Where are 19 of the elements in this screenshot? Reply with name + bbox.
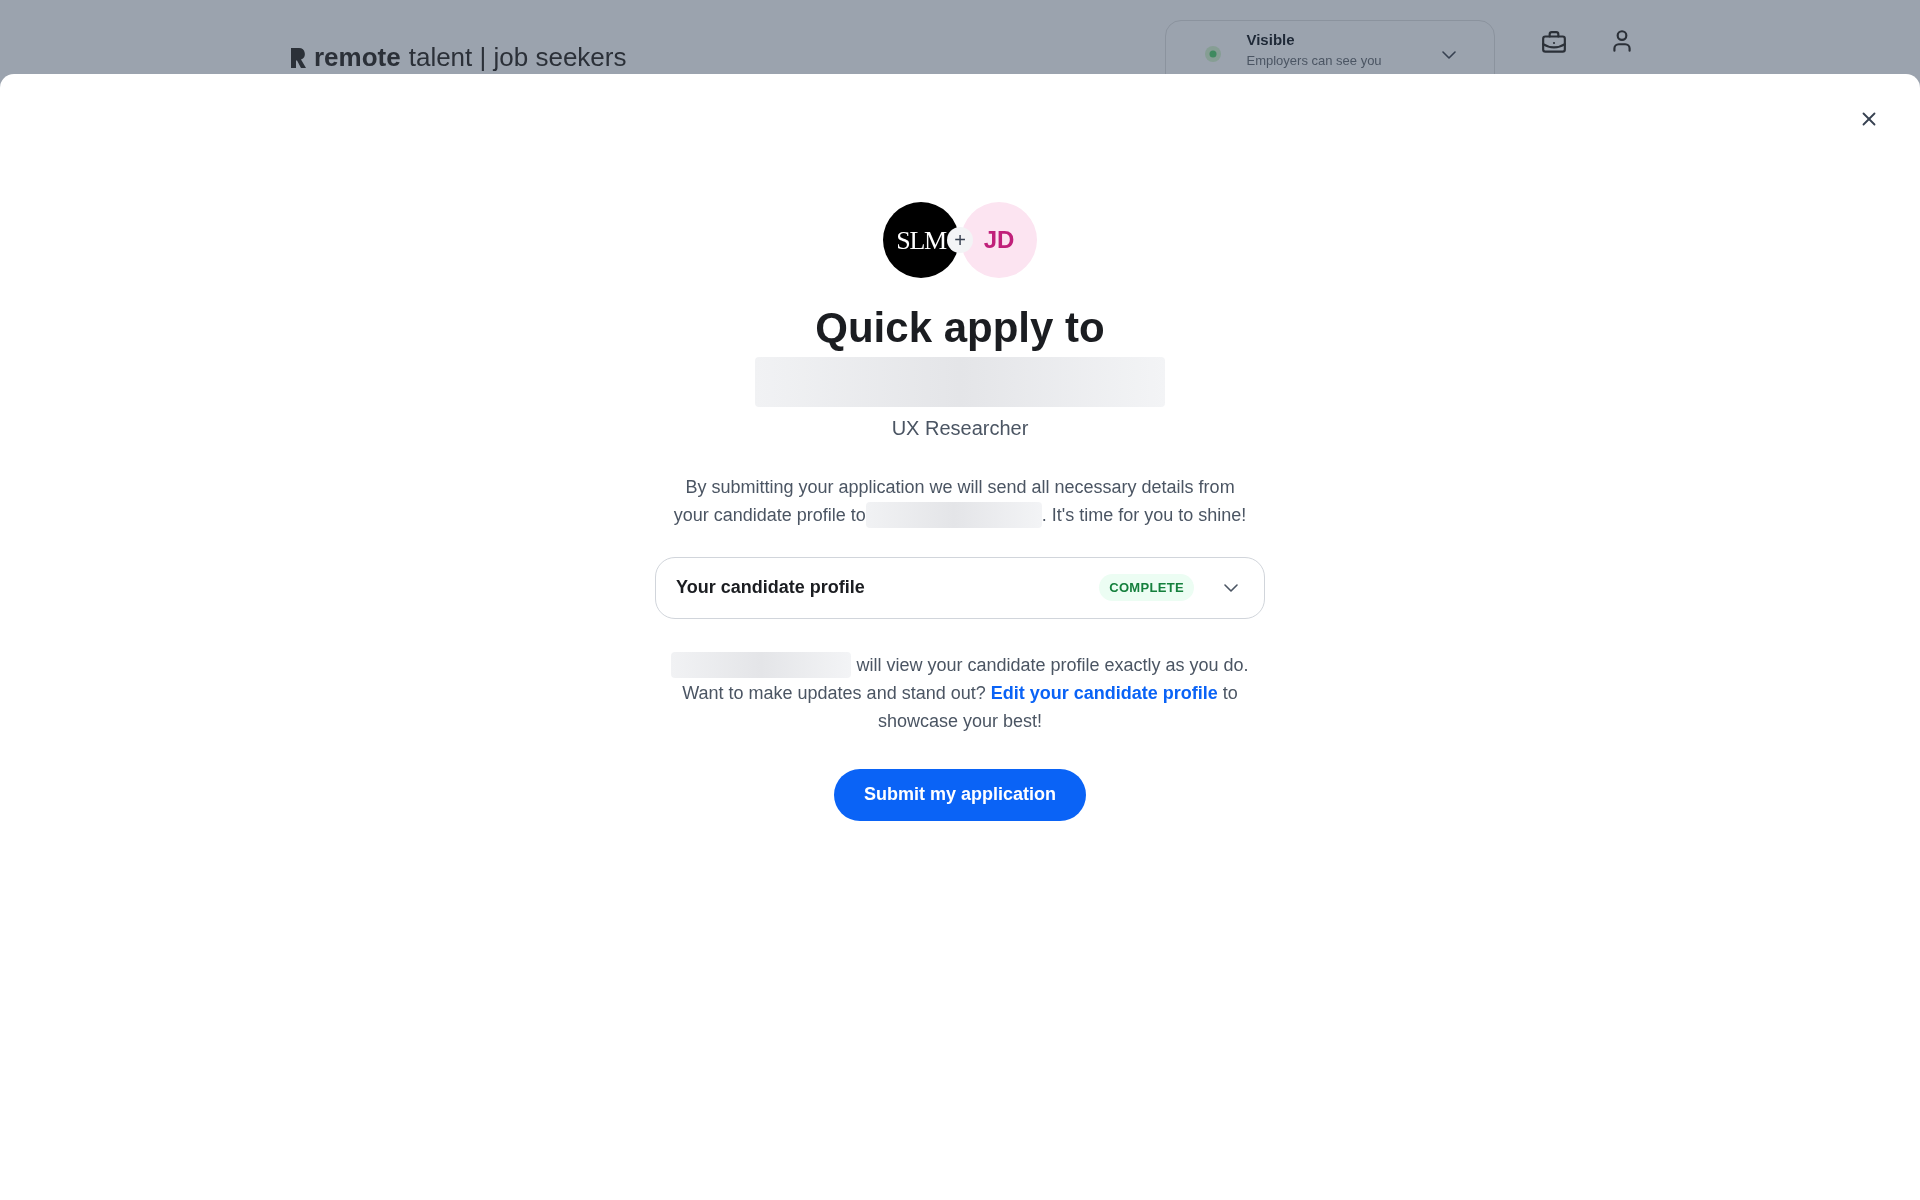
brand-tagline: talent | job seekers: [408, 41, 627, 74]
logo-icon: [288, 45, 308, 70]
intro-text: By submitting your application we will send all necessary details from: [685, 475, 1235, 499]
intro-text: your candidate profile to: [673, 503, 866, 527]
modal-title: Quick apply to: [815, 303, 1105, 353]
submit-button[interactable]: Submit my application: [834, 768, 1086, 821]
status-dot-icon: [1204, 45, 1223, 63]
visibility-label: Visible: [1246, 31, 1296, 49]
profile-note: Want to make updates and stand out? Edit your candidate profile to showcase your best!: [681, 681, 1239, 733]
brand-name: remote: [314, 41, 401, 74]
profile-note: will view your candidate profile exactly as you do.: [856, 653, 1249, 677]
briefcase-icon[interactable]: [1541, 30, 1568, 56]
job-title: UX Researcher: [891, 415, 1029, 441]
edit-profile-link[interactable]: Edit your candidate profile: [990, 682, 1218, 703]
profile-accordion[interactable]: Your candidate profile COMPLETE: [655, 556, 1265, 619]
profile-label: Your candidate profile: [676, 576, 866, 599]
status-badge: COMPLETE: [1099, 573, 1194, 602]
visibility-hint: Employers can see you: [1246, 53, 1383, 69]
intro-text-end: . It's time for you to shine!: [1041, 503, 1247, 527]
